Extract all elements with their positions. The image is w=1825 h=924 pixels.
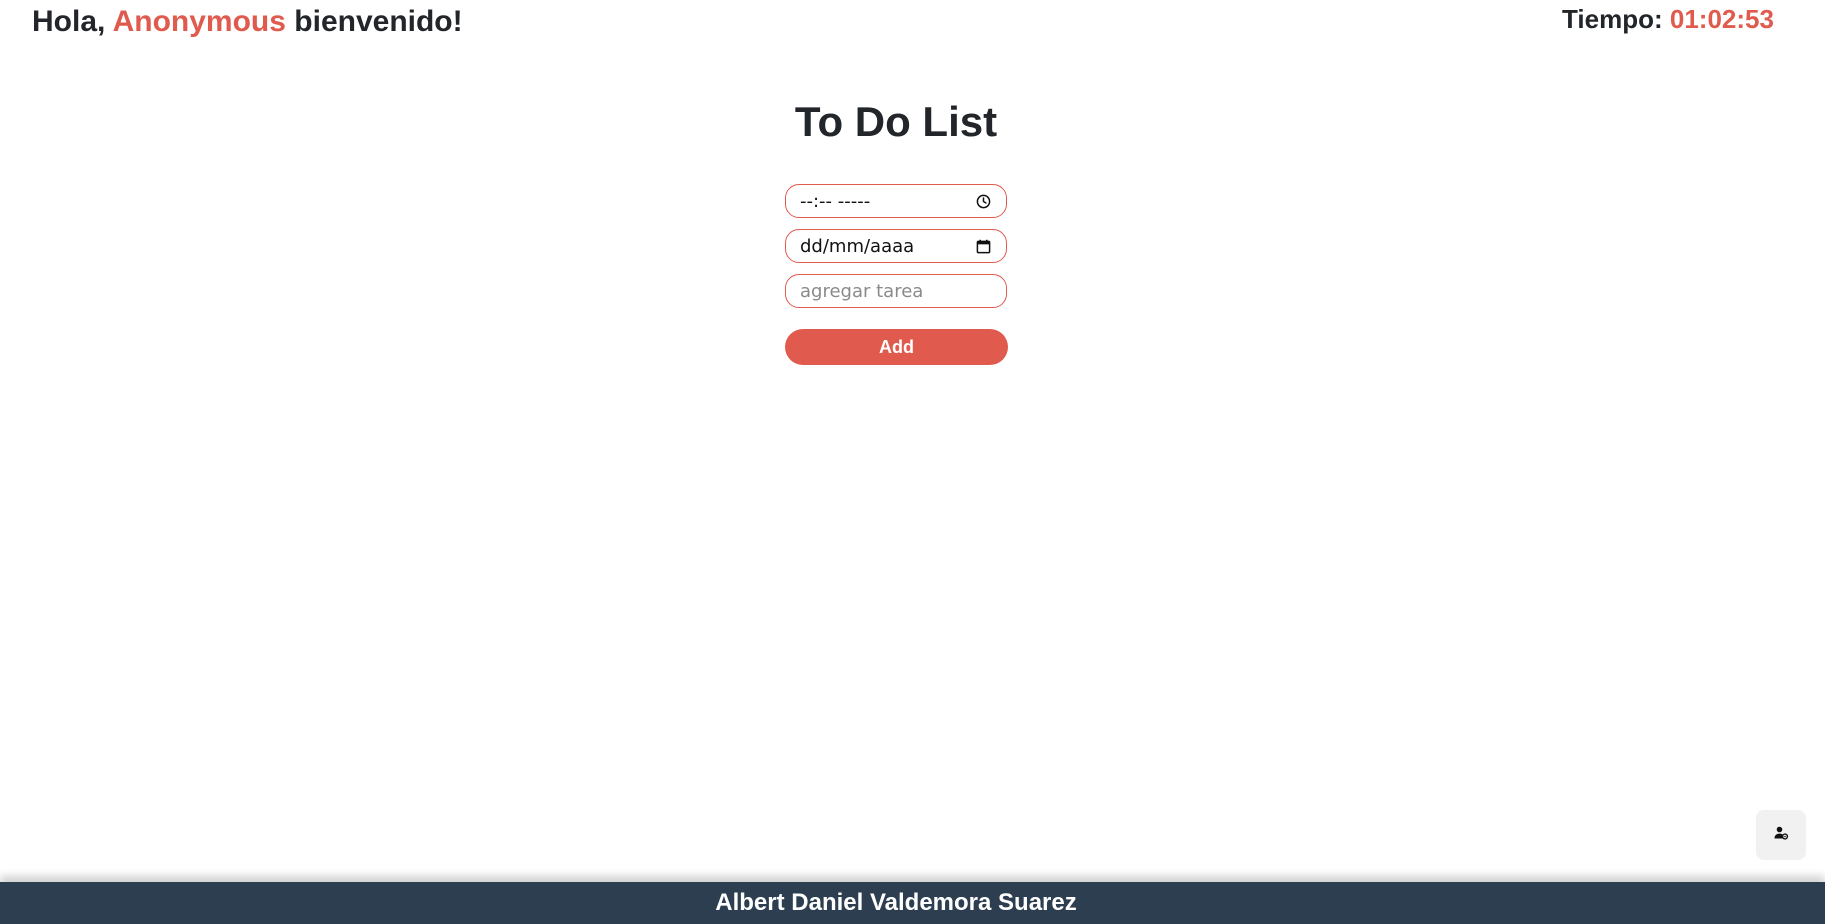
clock-icon[interactable] bbox=[974, 192, 992, 210]
time-input-value: --:-- ----- bbox=[800, 190, 871, 212]
task-input[interactable]: agregar tarea bbox=[785, 274, 1007, 308]
date-input-value: dd/mm/aaaa bbox=[800, 235, 915, 257]
page: Hola, Anonymous bienvenido! Tiempo: 01:0… bbox=[0, 0, 1825, 924]
greeting-heading: Hola, Anonymous bienvenido! bbox=[32, 4, 463, 40]
time-input[interactable]: --:-- ----- bbox=[785, 184, 1007, 218]
timer-label: Tiempo: bbox=[1562, 4, 1663, 34]
greeting-prefix: Hola, bbox=[32, 5, 106, 38]
timer-value: 01:02:53 bbox=[1669, 4, 1774, 34]
user-name: Anonymous bbox=[112, 5, 286, 38]
footer-author: Albert Daniel Valdemora Suarez bbox=[715, 889, 1077, 916]
footer: Albert Daniel Valdemora Suarez bbox=[0, 882, 1825, 924]
user-settings-icon bbox=[1773, 825, 1789, 846]
greeting-suffix: bienvenido! bbox=[294, 5, 463, 38]
task-input-placeholder: agregar tarea bbox=[800, 280, 924, 302]
add-button[interactable]: Add bbox=[785, 329, 1008, 365]
page-title: To Do List bbox=[794, 98, 998, 145]
session-timer: Tiempo: 01:02:53 bbox=[1562, 2, 1774, 36]
user-settings-button[interactable] bbox=[1756, 810, 1806, 860]
calendar-icon[interactable] bbox=[974, 237, 992, 255]
date-input[interactable]: dd/mm/aaaa bbox=[785, 229, 1007, 263]
